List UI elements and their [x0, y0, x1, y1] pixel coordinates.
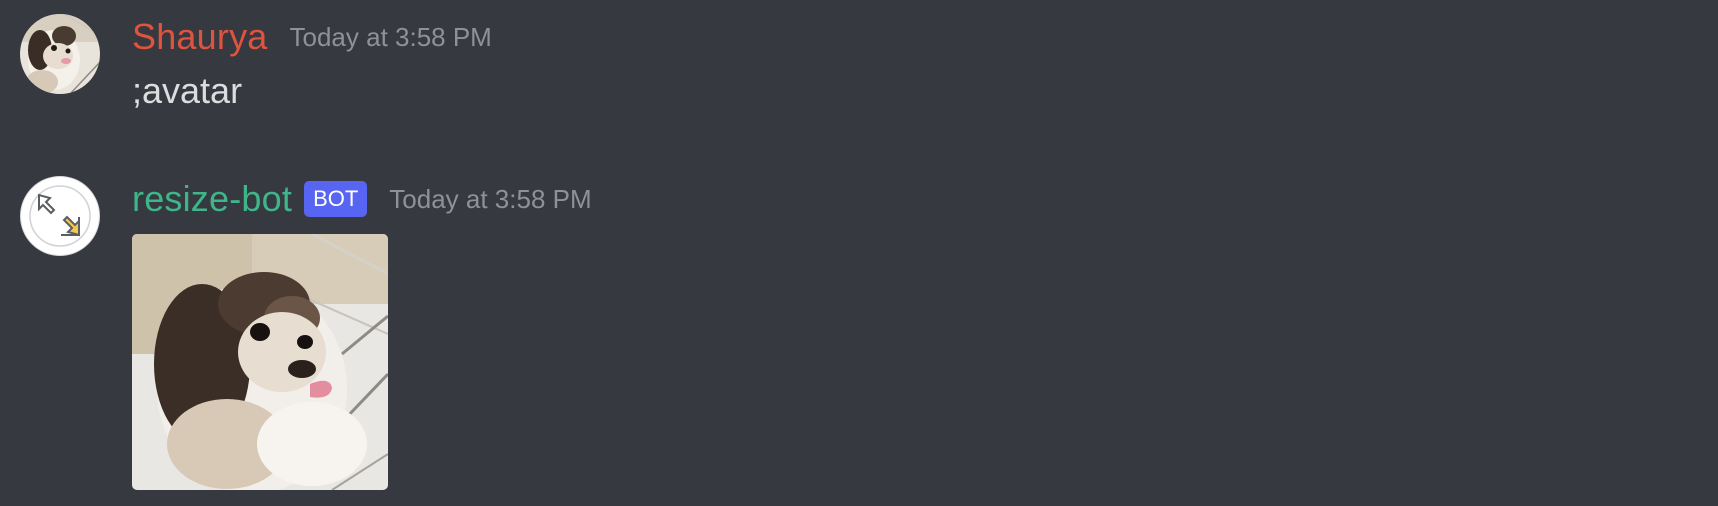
dog-photo-attachment-icon: [132, 234, 388, 490]
author-name[interactable]: Shaurya: [132, 16, 268, 58]
message-header: Shaurya Today at 3:58 PM: [132, 14, 492, 60]
message-header: resize-bot BOT Today at 3:58 PM: [132, 176, 592, 222]
resize-arrows-icon: [29, 185, 91, 247]
message-timestamp[interactable]: Today at 3:58 PM: [290, 22, 492, 53]
message-item: Shaurya Today at 3:58 PM ;avatar: [0, 0, 1718, 150]
message-timestamp[interactable]: Today at 3:58 PM: [389, 184, 591, 215]
bot-avatar[interactable]: [20, 176, 100, 256]
image-attachment[interactable]: [132, 234, 388, 490]
message-item: resize-bot BOT Today at 3:58 PM: [0, 165, 1718, 506]
author-name[interactable]: resize-bot: [132, 178, 292, 220]
chat-messages: Shaurya Today at 3:58 PM ;avatar resize-…: [0, 0, 1718, 506]
message-text: ;avatar: [132, 70, 243, 111]
bot-badge: BOT: [304, 181, 368, 217]
user-avatar[interactable]: [20, 14, 100, 94]
dog-photo-avatar-icon: [20, 14, 100, 94]
